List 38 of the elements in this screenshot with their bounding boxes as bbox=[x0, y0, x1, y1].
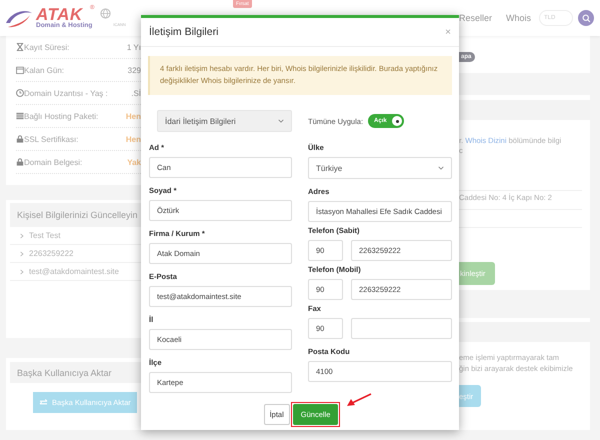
hourglass-icon bbox=[16, 43, 24, 51]
chevron-icon bbox=[20, 232, 24, 238]
detail-label: SSL Sertifikası: bbox=[24, 134, 80, 144]
card-title: Kişisel Bilgilerinizi Güncelleyin bbox=[17, 210, 138, 220]
detail-label: Domain Belgesi: bbox=[24, 158, 84, 166]
chevron-down-icon bbox=[438, 166, 444, 170]
clock-icon bbox=[16, 89, 24, 97]
card-title: Başka Kullanıcıya Aktar bbox=[17, 368, 112, 378]
logo-brand: ATAK bbox=[36, 6, 83, 24]
search-icon bbox=[582, 14, 590, 22]
detail-value: .Sİ bbox=[131, 88, 141, 98]
info-item: Test Test bbox=[29, 231, 60, 240]
info-item: 2263259222 bbox=[29, 249, 74, 258]
modal-title: İletişim Bilgileri bbox=[149, 26, 218, 38]
chevron-icon bbox=[20, 250, 24, 256]
calendar-icon bbox=[16, 66, 24, 74]
globe-icon bbox=[100, 8, 112, 20]
pointer-arrow bbox=[346, 393, 372, 407]
swap-arrows-icon bbox=[39, 399, 48, 406]
search-button[interactable] bbox=[578, 10, 594, 26]
lock-icon bbox=[16, 158, 24, 166]
detail-label: Kayıt Süresi: bbox=[24, 42, 70, 52]
phone-field[interactable] bbox=[351, 318, 452, 339]
detail-value: 329 bbox=[128, 66, 141, 74]
contact-type-select[interactable]: İdari İletişim Bilgileri bbox=[157, 110, 292, 132]
detail-value: Hen bbox=[126, 112, 141, 120]
lock-icon bbox=[16, 135, 24, 143]
detail-value: 1 Yı bbox=[126, 42, 141, 52]
info-item: test@atakdomaintest.site bbox=[29, 267, 119, 276]
detail-label: Kalan Gün: bbox=[24, 66, 66, 74]
server-icon bbox=[16, 112, 24, 120]
chevron-icon bbox=[20, 268, 24, 274]
detail-value: Yak bbox=[127, 158, 141, 166]
detail-label: Domain Uzantısı - Yaş : bbox=[24, 88, 109, 98]
detail-value: Hen bbox=[126, 134, 141, 144]
country-select[interactable]: Türkiye bbox=[308, 157, 452, 179]
chevron-down-icon bbox=[278, 119, 284, 123]
detail-label: Bağlı Hosting Paketi: bbox=[24, 112, 100, 120]
